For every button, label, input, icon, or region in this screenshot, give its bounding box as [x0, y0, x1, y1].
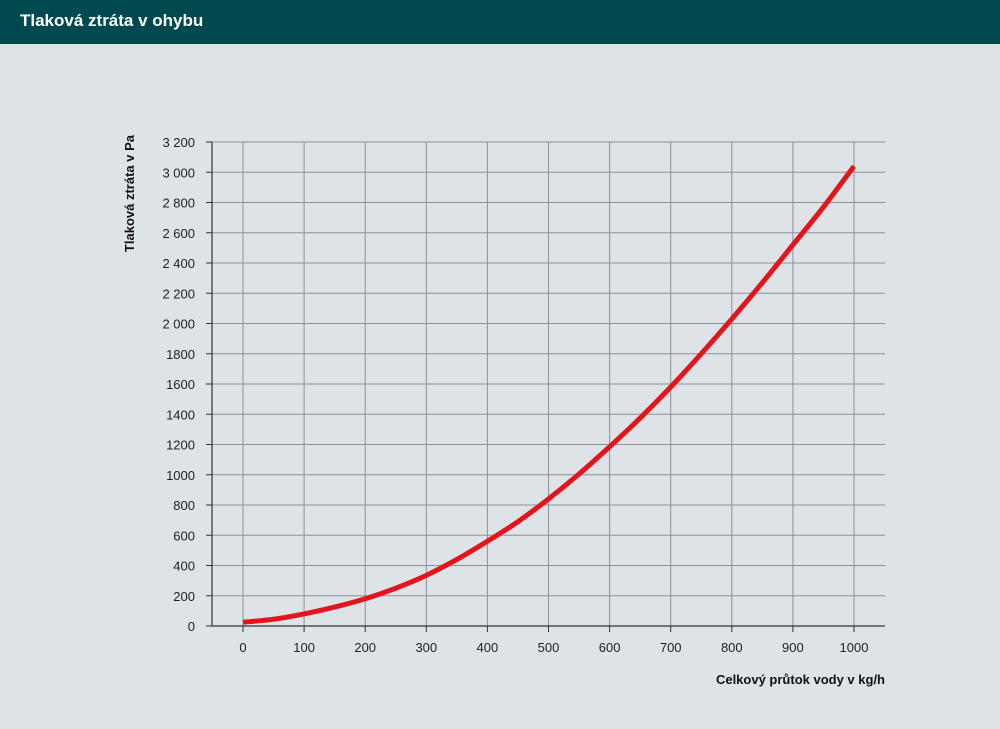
x-tick-label: 700	[660, 640, 682, 655]
y-tick-label: 1600	[166, 377, 195, 392]
x-tick-label: 100	[293, 640, 315, 655]
x-tick-label: 1000	[840, 640, 869, 655]
y-tick-label: 3 000	[162, 165, 195, 180]
grid	[212, 141, 885, 626]
y-tick-labels: 0 200 400 600 800 1000 1200 1400 1600 1800 2 000 2 …	[162, 135, 195, 634]
x-axis-title: Celkový průtok vody v kg/h	[716, 672, 885, 687]
y-tick-label: 1200	[166, 438, 195, 453]
x-tick-label: 500	[538, 640, 560, 655]
x-tick-label: 400	[477, 640, 499, 655]
x-tick-labels: 0 100 200 300 400 500 600 700 800 900 1000	[239, 640, 868, 655]
x-tick-label: 800	[721, 640, 743, 655]
x-tick-label: 600	[599, 640, 621, 655]
x-tick-label: 300	[415, 640, 437, 655]
y-tick-label: 2 600	[162, 226, 195, 241]
axes	[206, 141, 885, 632]
y-tick-label: 1400	[166, 407, 195, 422]
x-tick-label: 0	[239, 640, 246, 655]
y-tick-label: 0	[188, 619, 195, 634]
y-tick-label: 600	[173, 528, 195, 543]
pressure-loss-chart: 0200400600800100012001400160018002 0002 …	[122, 134, 885, 687]
x-tick-label: 200	[354, 640, 376, 655]
y-tick-label: 400	[173, 559, 195, 574]
y-tick-label: 2 400	[162, 256, 195, 271]
y-tick-label: 2 200	[162, 286, 195, 301]
x-tick-label: 900	[782, 640, 804, 655]
y-axis-title: Tlaková ztráta v Pa	[122, 134, 137, 252]
y-tick-label: 3 200	[162, 135, 195, 150]
y-tick-label: 2 800	[162, 196, 195, 211]
y-tick-label: 2 000	[162, 317, 195, 332]
y-tick-label: 1000	[166, 468, 195, 483]
y-tick-label: 1800	[166, 347, 195, 362]
y-tick-label: 200	[173, 589, 195, 604]
y-tick-label: 800	[173, 498, 195, 513]
